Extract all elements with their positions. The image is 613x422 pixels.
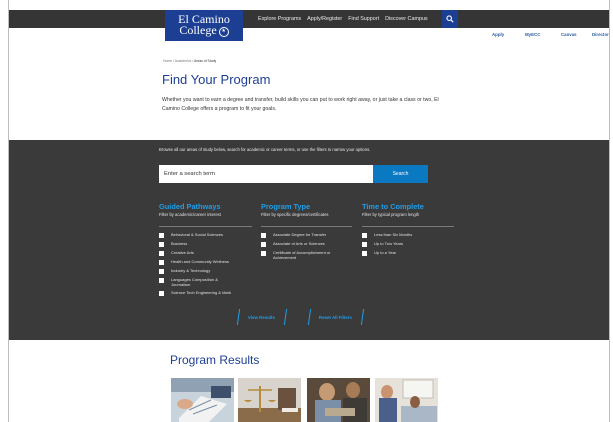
- program-thumbnail[interactable]: [171, 378, 234, 422]
- filter-option[interactable]: Business: [159, 241, 243, 247]
- filter-heading: Program Type: [261, 202, 311, 211]
- program-thumbnail[interactable]: [375, 378, 438, 422]
- divider: [159, 226, 252, 227]
- guided-pathways-options: Behavioral & Social Sciences Business Cr…: [159, 232, 243, 299]
- breadcrumb-academics[interactable]: Academics: [175, 59, 192, 63]
- option-label: Languages Composition & Journalism: [171, 277, 218, 287]
- logo-line-2: College ★: [179, 23, 229, 38]
- checkbox[interactable]: [159, 291, 164, 296]
- option-label: Health and Community Wellness: [171, 259, 229, 264]
- filter-option[interactable]: Creative Arts: [159, 250, 243, 256]
- main-nav: Explore Programs Apply/Register Find Sup…: [258, 10, 428, 28]
- checkbox[interactable]: [261, 233, 266, 238]
- intro-text: Whether you want to earn a degree and tr…: [162, 97, 439, 112]
- filter-option[interactable]: Associate Degree for Transfer: [261, 232, 345, 238]
- utility-link-canvas[interactable]: Canvas: [561, 32, 577, 37]
- college-logo[interactable]: El Camino College ★: [165, 10, 243, 41]
- divider: [261, 226, 352, 227]
- time-to-complete-options: Less than Six Months Up to Two Years Up …: [362, 232, 446, 259]
- filter-option[interactable]: Less than Six Months: [362, 232, 446, 238]
- filter-subheading: Filter by specific degrees/certificates: [261, 212, 329, 217]
- filter-column-time-to-complete: Time to Complete Filter by typical progr…: [362, 202, 424, 217]
- checkbox[interactable]: [362, 242, 367, 247]
- utility-nav: Apply MyECC Canvas Directory: [9, 29, 611, 41]
- window-frame-right: [609, 0, 613, 422]
- checkbox[interactable]: [159, 278, 164, 283]
- checkbox[interactable]: [362, 233, 367, 238]
- nav-discover-campus[interactable]: Discover Campus: [385, 16, 428, 22]
- option-label: Behavioral & Social Sciences: [171, 232, 224, 237]
- checkbox[interactable]: [159, 242, 164, 247]
- option-label: Up to a Year: [374, 250, 397, 255]
- program-type-options: Associate Degree for Transfer Associate …: [261, 232, 345, 263]
- filter-option[interactable]: Up to a Year: [362, 250, 446, 256]
- breadcrumb-home[interactable]: Home: [163, 59, 172, 63]
- option-label: Associate of Arts or Sciences: [273, 241, 325, 246]
- filter-option[interactable]: Certificate of Accomplishment or Achieve…: [261, 250, 345, 260]
- checkbox[interactable]: [159, 233, 164, 238]
- logo-line-2-text: College: [179, 23, 217, 38]
- option-label: Associate Degree for Transfer: [273, 232, 327, 237]
- reset-filters-label: Reset All Filters: [319, 314, 353, 320]
- filter-option[interactable]: Languages Composition & Journalism: [159, 277, 243, 287]
- option-label: Industry & Technology: [171, 268, 211, 273]
- option-label: Certificate of Accomplishment or Achieve…: [273, 250, 331, 260]
- program-photo-scales: [238, 378, 301, 422]
- page-title: Find Your Program: [162, 72, 271, 87]
- checkbox[interactable]: [159, 260, 164, 265]
- option-label: Creative Arts: [171, 250, 194, 255]
- option-label: Less than Six Months: [374, 232, 413, 237]
- reset-filters-button[interactable]: Reset All Filters: [307, 309, 365, 325]
- college-seal-icon: ★: [218, 26, 229, 37]
- header-search-button[interactable]: [442, 10, 458, 28]
- filter-option[interactable]: Behavioral & Social Sciences: [159, 232, 243, 238]
- program-photo-notebook: [171, 378, 234, 422]
- filter-option[interactable]: Associate of Arts or Sciences: [261, 241, 345, 247]
- view-results-label: View Results: [248, 314, 276, 320]
- breadcrumb: Home / Academics / Areas of Study: [163, 59, 216, 63]
- filter-option[interactable]: Up to Two Years: [362, 241, 446, 247]
- browse-instructions: Browse all our areas of study below, sea…: [159, 147, 371, 152]
- filter-subheading: Filter by academic/career interest: [159, 212, 221, 217]
- nav-apply-register[interactable]: Apply/Register: [307, 16, 342, 22]
- checkbox[interactable]: [261, 242, 266, 247]
- program-photo-classroom: [375, 378, 438, 422]
- program-search-button[interactable]: Search: [373, 165, 428, 183]
- filter-column-guided-pathways: Guided Pathways Filter by academic/caree…: [159, 202, 221, 217]
- view-results-button[interactable]: View Results: [236, 309, 288, 325]
- program-thumbnail[interactable]: [238, 378, 301, 422]
- program-search-input[interactable]: Enter a search term: [159, 165, 373, 183]
- window-frame-left: [0, 0, 9, 422]
- nav-find-support[interactable]: Find Support: [348, 16, 379, 22]
- checkbox[interactable]: [362, 251, 367, 256]
- filter-subheading: Filter by typical program length: [362, 212, 420, 217]
- divider: [362, 226, 454, 227]
- results-heading: Program Results: [170, 353, 260, 367]
- filter-option[interactable]: Health and Community Wellness: [159, 259, 243, 265]
- option-label: Up to Two Years: [374, 241, 404, 246]
- utility-link-myecc[interactable]: MyECC: [525, 32, 540, 37]
- utility-link-apply[interactable]: Apply: [492, 32, 504, 37]
- nav-explore-programs[interactable]: Explore Programs: [258, 16, 301, 22]
- checkbox[interactable]: [159, 269, 164, 274]
- option-label: Business: [171, 241, 188, 246]
- breadcrumb-current: Areas of Study: [193, 59, 217, 63]
- filter-column-program-type: Program Type Filter by specific degrees/…: [261, 202, 329, 217]
- checkbox[interactable]: [261, 251, 266, 256]
- filter-option[interactable]: Science Tech Engineering & Math: [159, 290, 243, 296]
- checkbox[interactable]: [159, 251, 164, 256]
- program-photo-workshop: [307, 378, 370, 422]
- filter-option[interactable]: Industry & Technology: [159, 268, 243, 274]
- filter-heading: Time to Complete: [362, 202, 424, 211]
- search-icon: [446, 15, 454, 23]
- filter-heading: Guided Pathways: [159, 202, 221, 211]
- option-label: Science Tech Engineering & Math: [171, 290, 231, 295]
- program-thumbnail[interactable]: [307, 378, 370, 422]
